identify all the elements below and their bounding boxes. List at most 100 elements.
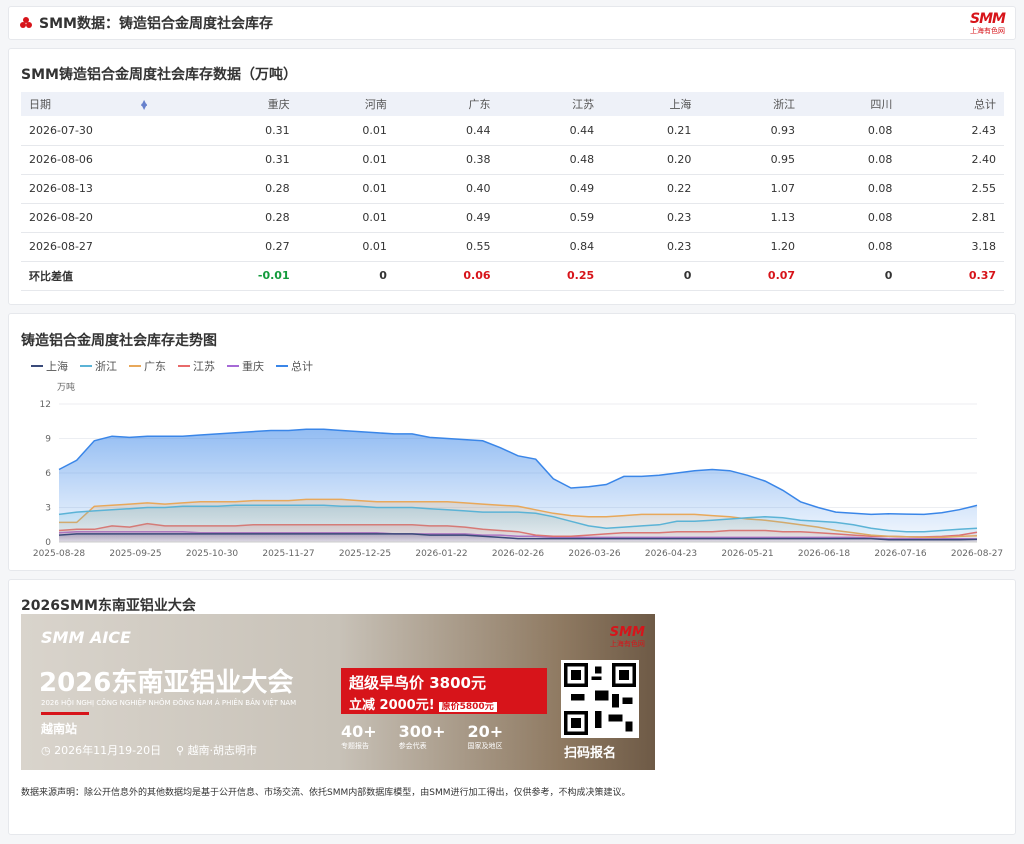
legend-item[interactable]: 广东 xyxy=(129,358,166,374)
col-header: 河南 xyxy=(297,92,395,116)
banner-place: ⚲ 越南·胡志明市 xyxy=(176,744,258,757)
legend-swatch xyxy=(276,365,288,367)
early-bird-price: 超级早鸟价 3800元 xyxy=(349,674,486,692)
value-cell: 0.38 xyxy=(394,145,499,175)
table-row: 2026-08-06 0.31 0.01 0.38 0.48 0.20 0.95 0.08 2.… xyxy=(21,145,1004,175)
legend-item[interactable]: 上海 xyxy=(31,358,68,374)
value-cell: 0.01 xyxy=(297,116,395,146)
page-title: SMM数据：铸造铝合金周度社会库存 xyxy=(39,16,273,32)
value-cell: 0.55 xyxy=(394,232,499,262)
x-tick-label: 2026-05-21 xyxy=(721,549,773,559)
value-cell: 0.08 xyxy=(803,232,901,262)
diff-cell: 0.06 xyxy=(394,261,499,291)
inventory-table: 日期 ▲ ▼ 重庆 河南 广东 江苏 上海 浙江 四川 总计 2026-07-30 0… xyxy=(21,92,1004,291)
legend-item[interactable]: 江苏 xyxy=(178,358,215,374)
diff-cell: 0 xyxy=(803,261,901,291)
legend-label: 广东 xyxy=(144,360,166,373)
y-tick-label: 9 xyxy=(45,435,51,445)
col-header: 浙江 xyxy=(699,92,804,116)
value-cell: 0.01 xyxy=(297,145,395,175)
x-tick-label: 2026-04-23 xyxy=(645,549,697,559)
inventory-table-card: SMM铸造铝合金周度社会库存数据（万吨） 日期 ▲ ▼ 重庆 河南 广东 江苏 上海… xyxy=(8,48,1016,305)
legend-label: 总计 xyxy=(291,360,313,373)
trend-chart-card: 铸造铝合金周度社会库存走势图 上海 浙江 广东 江苏 重庆 总计 万吨 0 3 6 9 12 2025… xyxy=(8,313,1016,571)
value-cell: 1.20 xyxy=(699,232,804,262)
legend-swatch xyxy=(178,365,190,367)
col-header: 四川 xyxy=(803,92,901,116)
x-tick-label: 2026-07-16 xyxy=(874,549,927,559)
alert-icon xyxy=(20,17,32,28)
sort-icon[interactable]: ▲ ▼ xyxy=(141,99,147,111)
x-tick-label: 2025-08-28 xyxy=(33,549,86,559)
value-cell: 3.18 xyxy=(900,232,1004,262)
col-header: 重庆 xyxy=(183,92,298,116)
qr-code-icon[interactable] xyxy=(561,660,639,738)
conference-banner[interactable]: SMM AICE 2026东南亚铝业大会 2026 HỘI NGHỊ CÔNG … xyxy=(21,614,655,770)
diff-cell: -0.01 xyxy=(183,261,298,291)
stat-label: 专题报告 xyxy=(341,742,369,750)
col-header: 上海 xyxy=(602,92,700,116)
stat-number: 20+ xyxy=(467,722,504,741)
value-cell: 2.40 xyxy=(900,145,1004,175)
aice-brand: SMM AICE xyxy=(41,628,131,647)
value-cell: 0.23 xyxy=(602,232,700,262)
diff-cell: 0 xyxy=(602,261,700,291)
value-cell: 0.93 xyxy=(699,116,804,146)
chart-title: 铸造铝合金周度社会库存走势图 xyxy=(21,333,217,349)
x-tick-label: 2025-12-25 xyxy=(339,549,391,559)
banner-headline: 2026东南亚铝业大会 xyxy=(39,668,294,698)
banner-stat: 20+ 国家及地区 xyxy=(467,722,503,751)
legend-swatch xyxy=(31,365,43,367)
early-bird-box: 超级早鸟价 3800元 立减 2000元! 原价5800元 xyxy=(341,668,547,714)
chart-legend: 上海 浙江 广东 江苏 重庆 总计 xyxy=(31,358,313,374)
diff-label: 环比差值 xyxy=(21,261,183,291)
qr-label: 扫码报名 xyxy=(564,746,617,761)
date-cell: 2026-08-06 xyxy=(21,145,183,175)
x-tick-label: 2026-01-22 xyxy=(415,549,467,559)
conference-card: 2026SMM东南亚铝业大会 SMM AICE 2026东南亚铝业大会 2026… xyxy=(8,579,1016,835)
value-cell: 2.43 xyxy=(900,116,1004,146)
stat-number: 300+ xyxy=(398,722,446,741)
banner-smm-logo: SMM 上海有色网 xyxy=(609,625,645,649)
table-row: 2026-08-20 0.28 0.01 0.49 0.59 0.23 1.13 0.08 2.… xyxy=(21,203,1004,233)
legend-item[interactable]: 总计 xyxy=(276,358,313,374)
legend-label: 上海 xyxy=(46,360,68,373)
header-bar: SMM数据：铸造铝合金周度社会库存 SMM 上海有色网 xyxy=(8,6,1016,40)
value-cell: 0.08 xyxy=(803,203,901,233)
col-header: 总计 xyxy=(900,92,1004,116)
col-header: 广东 xyxy=(394,92,499,116)
x-tick-label: 2026-06-18 xyxy=(798,549,851,559)
y-tick-label: 12 xyxy=(40,400,51,410)
legend-item[interactable]: 浙江 xyxy=(80,358,117,374)
value-cell: 0.20 xyxy=(602,145,700,175)
value-cell: 0.40 xyxy=(394,174,499,204)
diff-cell: 0 xyxy=(297,261,395,291)
value-cell: 0.23 xyxy=(602,203,700,233)
table-header-row: 日期 ▲ ▼ 重庆 河南 广东 江苏 上海 浙江 四川 总计 xyxy=(21,92,1004,116)
banner-subline: 2026 HỘI NGHỊ CÔNG NGHIỆP NHÔM ĐÔNG NAM … xyxy=(41,699,297,707)
value-cell: 1.07 xyxy=(699,174,804,204)
value-cell: 0.95 xyxy=(699,145,804,175)
value-cell: 0.28 xyxy=(183,174,298,204)
banner-stat: 40+ 专题报告 xyxy=(341,722,377,751)
y-axis-unit: 万吨 xyxy=(57,381,75,393)
table-row: 2026-08-13 0.28 0.01 0.40 0.49 0.22 1.07 0.08 2.… xyxy=(21,174,1004,204)
value-cell: 0.01 xyxy=(297,232,395,262)
x-tick-label: 2026-08-27 xyxy=(951,549,1003,559)
date-cell: 2026-07-30 xyxy=(21,116,183,146)
discount-line: 立减 2000元! 原价5800元 xyxy=(349,694,497,713)
conference-title: 2026SMM东南亚铝业大会 xyxy=(21,598,196,614)
value-cell: 0.84 xyxy=(498,232,603,262)
legend-swatch xyxy=(80,365,92,367)
date-cell: 2026-08-27 xyxy=(21,232,183,262)
value-cell: 0.01 xyxy=(297,203,395,233)
diff-cell: 0.07 xyxy=(699,261,804,291)
table-row: 2026-08-27 0.27 0.01 0.55 0.84 0.23 1.20 0.08 3.… xyxy=(21,232,1004,262)
legend-item[interactable]: 重庆 xyxy=(227,358,264,374)
smm-logo[interactable]: SMM 上海有色网 xyxy=(970,12,1006,36)
value-cell: 0.22 xyxy=(602,174,700,204)
stat-number: 40+ xyxy=(341,722,377,741)
legend-label: 浙江 xyxy=(95,360,117,373)
value-cell: 0.31 xyxy=(183,145,298,175)
col-date-header[interactable]: 日期 ▲ ▼ xyxy=(21,92,183,116)
